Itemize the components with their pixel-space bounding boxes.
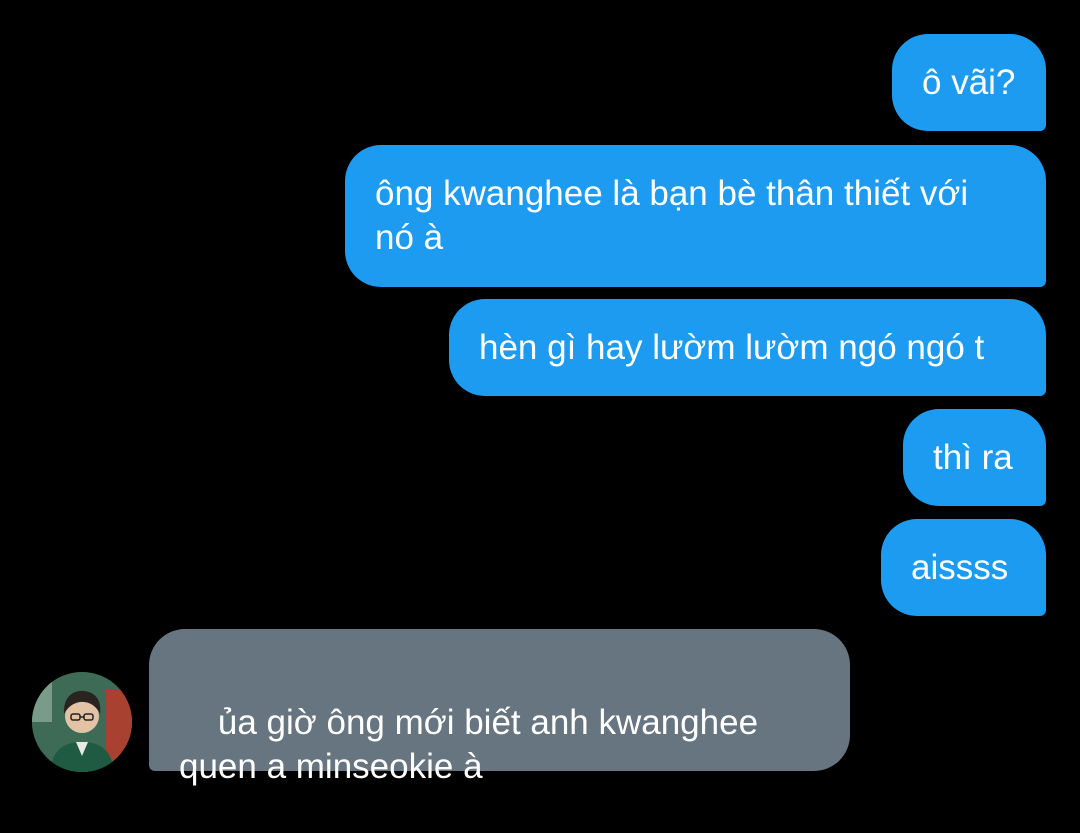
avatar-photo (32, 672, 132, 772)
sent-message-bubble[interactable]: thì ra (903, 409, 1046, 506)
message-text: thì ra (933, 437, 1013, 477)
message-text: ô vãi? (922, 62, 1016, 102)
sent-message-bubble[interactable]: hèn gì hay lườm lườm ngó ngó t (449, 299, 1046, 396)
message-text: aissss (911, 547, 1009, 587)
received-message-bubble[interactable]: ủa giờ ông mới biết anh kwanghee quen a … (149, 629, 850, 786)
sent-message-bubble[interactable]: aissss (881, 519, 1046, 616)
message-text: ông kwanghee là bạn bè thân thiết với nó… (375, 174, 978, 257)
message-text: hèn gì hay lườm lườm ngó ngó t (479, 327, 985, 367)
message-text: ủa giờ ông mới biết anh kwanghee quen a … (179, 703, 768, 786)
sent-message-bubble[interactable]: ông kwanghee là bạn bè thân thiết với nó… (345, 145, 1046, 287)
contact-avatar[interactable] (32, 672, 132, 772)
sent-message-bubble[interactable]: ô vãi? (892, 34, 1046, 131)
